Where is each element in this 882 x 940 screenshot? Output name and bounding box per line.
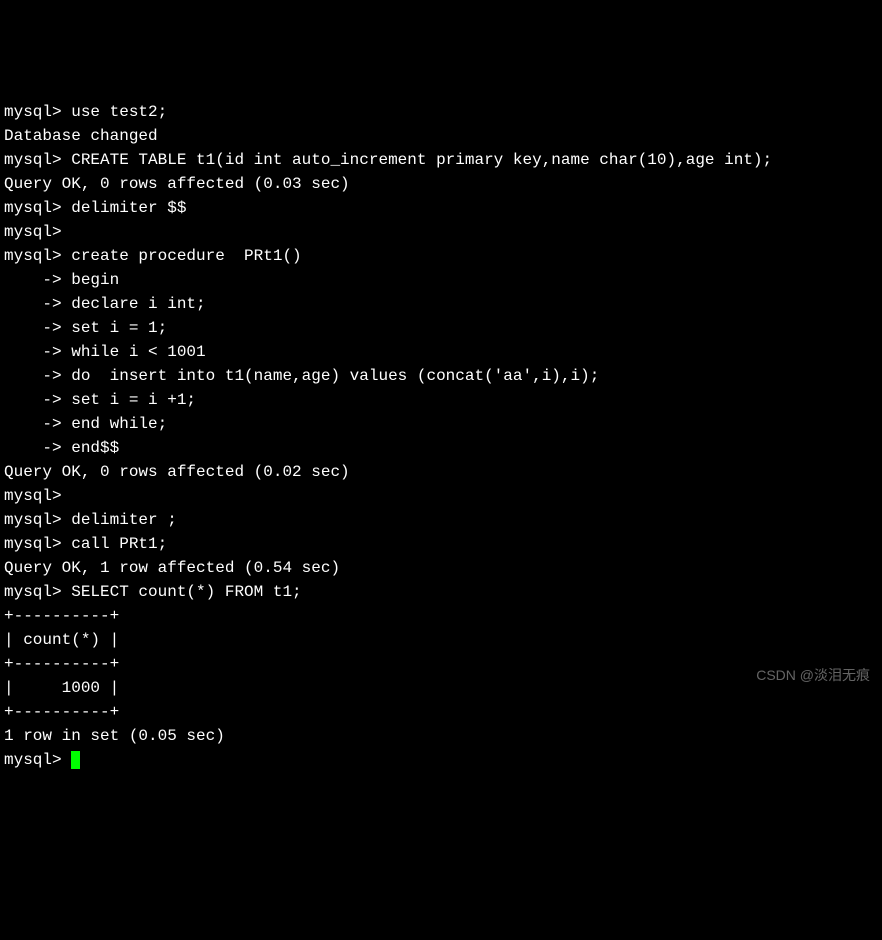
terminal-line: mysql> use test2;: [4, 100, 878, 124]
terminal-line: mysql> SELECT count(*) FROM t1;: [4, 580, 878, 604]
terminal-line: mysql> CREATE TABLE t1(id int auto_incre…: [4, 148, 878, 172]
terminal-line: -> begin: [4, 268, 878, 292]
terminal-line: Database changed: [4, 124, 878, 148]
terminal-line: Query OK, 0 rows affected (0.02 sec): [4, 460, 878, 484]
terminal-line: | count(*) |: [4, 628, 878, 652]
terminal-prompt-line: mysql>: [4, 748, 878, 772]
terminal-line: mysql> delimiter $$: [4, 196, 878, 220]
terminal-line: mysql>: [4, 220, 878, 244]
terminal-line: +----------+: [4, 652, 878, 676]
terminal-output[interactable]: mysql> use test2;Database changedmysql> …: [4, 100, 878, 772]
terminal-line: mysql> delimiter ;: [4, 508, 878, 532]
cursor-icon: [71, 751, 80, 769]
terminal-line: -> while i < 1001: [4, 340, 878, 364]
terminal-line: mysql>: [4, 484, 878, 508]
terminal-line: -> end$$: [4, 436, 878, 460]
terminal-line: -> end while;: [4, 412, 878, 436]
terminal-line: Query OK, 0 rows affected (0.03 sec): [4, 172, 878, 196]
terminal-line: -> set i = i +1;: [4, 388, 878, 412]
terminal-line: | 1000 |: [4, 676, 878, 700]
terminal-line: -> do insert into t1(name,age) values (c…: [4, 364, 878, 388]
terminal-line: mysql> call PRt1;: [4, 532, 878, 556]
terminal-prompt: mysql>: [4, 751, 71, 769]
terminal-line: -> declare i int;: [4, 292, 878, 316]
terminal-line: 1 row in set (0.05 sec): [4, 724, 878, 748]
terminal-line: mysql> create procedure PRt1(): [4, 244, 878, 268]
terminal-line: Query OK, 1 row affected (0.54 sec): [4, 556, 878, 580]
terminal-line: -> set i = 1;: [4, 316, 878, 340]
terminal-line: +----------+: [4, 700, 878, 724]
terminal-line: +----------+: [4, 604, 878, 628]
